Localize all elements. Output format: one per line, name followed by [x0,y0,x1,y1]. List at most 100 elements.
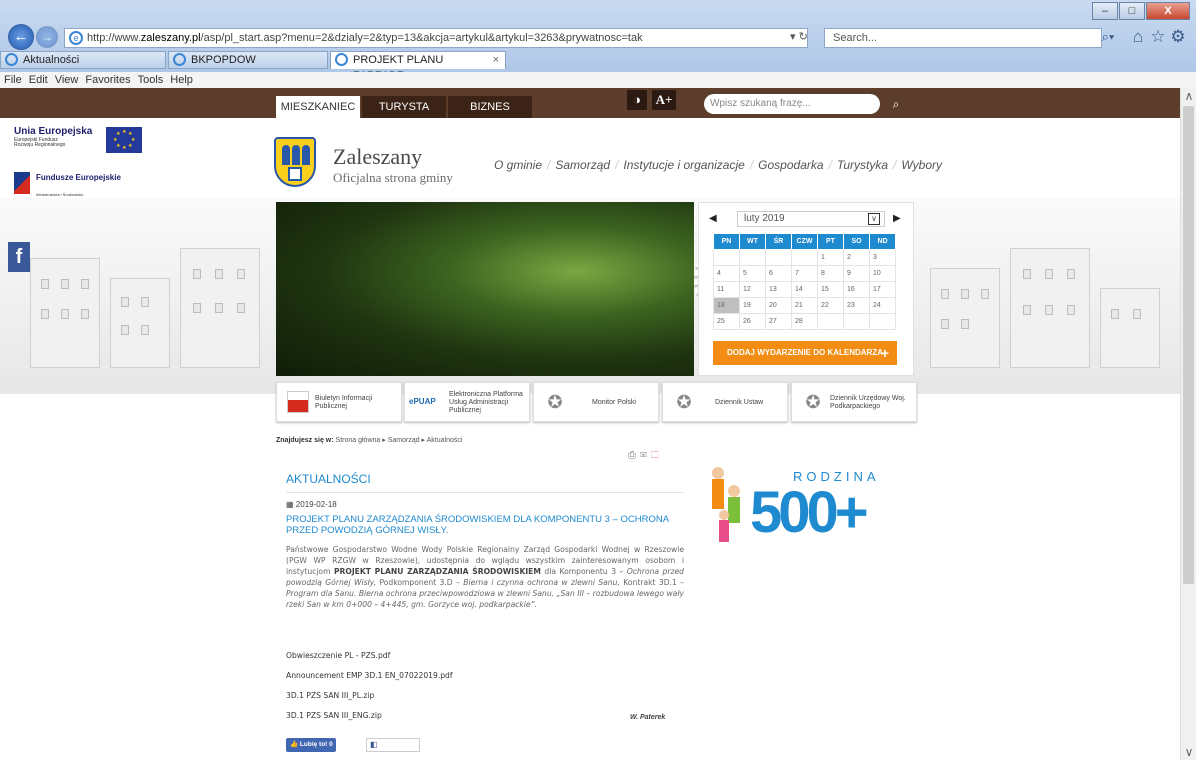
calendar-day[interactable]: 1 [817,249,844,266]
print-icon[interactable]: ⎙ [628,450,640,461]
attachment-link[interactable]: 3D.1 PZS SAN III_PL.zip [286,686,453,706]
add-event-button[interactable]: DODAJ WYDARZENIE DO KALENDARZA + [713,341,897,365]
browser-search-input[interactable]: Search... [824,28,1102,48]
weekday-header: PN [713,233,740,250]
calendar-day[interactable]: 6 [765,265,792,282]
menu-tools[interactable]: Tools [138,74,164,86]
calendar-day[interactable]: 18 [713,297,740,314]
portal-monitor-polski[interactable]: ✪ Monitor Polski [533,382,659,422]
close-tab-icon[interactable]: × [493,52,499,68]
calendar-day[interactable]: 16 [843,281,870,298]
site-name[interactable]: Zaleszany [333,144,422,170]
menu-edit[interactable]: Edit [29,74,48,86]
eu-funding-logo[interactable]: Unia Europejska Europejski Fundusz Rozwo… [8,126,143,204]
gear-icon[interactable]: ⚙ [1168,26,1188,48]
browser-chrome: – □ X ← → e http://www.zaleszany.pl/asp/p… [0,0,1196,88]
menu-help[interactable]: Help [170,74,193,86]
calendar-day[interactable]: 27 [765,313,792,330]
facebook-icon[interactable]: f [8,242,30,272]
vertical-scrollbar[interactable]: ∧ ∨ [1180,88,1196,760]
breadcrumb-aktualnosci[interactable]: Aktualności [427,437,463,444]
pdf-icon[interactable]: ⬚ [651,450,663,461]
calendar-day[interactable]: 10 [869,265,896,282]
menu-file[interactable]: File [4,74,22,86]
tab-bkpopdow[interactable]: BKPOPDOW [168,51,328,69]
tab-turysta[interactable]: TURYSTA [362,96,446,118]
calendar-day[interactable]: 13 [765,281,792,298]
calendar-week: 123 [713,249,896,266]
nav-gospodarka[interactable]: Gospodarka [758,158,823,172]
mail-icon[interactable]: ✉ [640,450,651,461]
attachment-link[interactable]: Announcement EMP 3D.1 EN_07022019.pdf [286,666,453,686]
calendar-day[interactable]: 26 [739,313,766,330]
next-month-icon[interactable]: ▶ [893,213,901,224]
scroll-thumb[interactable] [1183,106,1194,584]
prev-month-icon[interactable]: ◀ [709,213,717,224]
tab-projekt-planu[interactable]: PROJEKT PLANU ZARZĄDZ...× [330,51,506,82]
house-drawing [30,258,100,368]
calendar-day[interactable]: 25 [713,313,740,330]
tab-mieszkaniec[interactable]: MIESZKANIEC [276,96,360,118]
breadcrumb-home[interactable]: Strona główna [336,437,381,444]
calendar-day[interactable]: 5 [739,265,766,282]
calendar-day[interactable]: 24 [869,297,896,314]
calendar-icon: ▦ [286,500,294,509]
calendar-day[interactable]: 22 [817,297,844,314]
calendar-header: ◀ luty 2019 ∨ ▶ [707,211,905,229]
calendar-day[interactable]: 19 [739,297,766,314]
minimize-button[interactable]: – [1092,2,1118,20]
facebook-like-button[interactable]: 👍 Lubię to! 0 [286,738,336,752]
maximize-button[interactable]: □ [1119,2,1145,20]
back-button[interactable]: ← [8,24,34,50]
rodzina-500-banner[interactable]: 500+ RODZINA [700,453,914,549]
menu-favorites[interactable]: Favorites [85,74,130,86]
address-bar[interactable]: e http://www.zaleszany.pl/asp/pl_start.as… [64,28,808,48]
contrast-toggle-icon[interactable]: ◑ [627,90,647,110]
tab-biznes[interactable]: BIZNES [448,96,532,118]
calendar-day[interactable]: 11 [713,281,740,298]
attachment-list: Obwieszczenie PL - PZS.pdf Announcement … [286,646,453,726]
article-title[interactable]: PROJEKT PLANU ZARZĄDZANIA ŚRODOWISKIEM D… [286,514,684,536]
nav-wybory[interactable]: Wybory [901,158,942,172]
calendar-day[interactable]: 7 [791,265,818,282]
calendar-day[interactable]: 4 [713,265,740,282]
search-icon[interactable]: ⌕▾ [1098,26,1118,48]
close-button[interactable]: X [1146,2,1190,20]
font-size-button[interactable]: A+ [652,90,676,110]
site-search-input[interactable]: Wpisz szukaną frazę... [704,94,880,114]
calendar-day[interactable]: 23 [843,297,870,314]
calendar-day[interactable]: 8 [817,265,844,282]
search-icon[interactable]: ⌕ [888,94,904,114]
calendar-day[interactable]: 9 [843,265,870,282]
facebook-share-button[interactable]: ◧ [366,738,420,752]
calendar-day[interactable]: 15 [817,281,844,298]
portal-bip[interactable]: Biuletyn Informacji Publicznej [276,382,402,422]
attachment-link[interactable]: 3D.1 PZS SAN III_ENG.zip [286,706,453,726]
calendar-day[interactable]: 14 [791,281,818,298]
portal-epuap[interactable]: ePUAP Elektroniczna Platforma Usług Admi… [404,382,530,422]
nav-instytucje[interactable]: Instytucje i organizacje [623,158,744,172]
scroll-up-icon[interactable]: ∧ [1181,88,1196,104]
tab-aktualnosci[interactable]: Aktualności [0,51,166,69]
calendar-day[interactable]: 17 [869,281,896,298]
scroll-down-icon[interactable]: ∨ [1181,744,1196,760]
calendar-day[interactable]: 28 [791,313,818,330]
refresh-icon[interactable]: ▾ ↻ [790,30,808,43]
forward-button[interactable]: → [36,26,58,48]
calendar-day[interactable]: 12 [739,281,766,298]
calendar-day[interactable]: 21 [791,297,818,314]
home-icon[interactable]: ⌂ [1128,26,1148,48]
attachment-link[interactable]: Obwieszczenie PL - PZS.pdf [286,646,453,666]
month-select[interactable]: luty 2019 ∨ [737,211,885,227]
calendar-day[interactable]: 3 [869,249,896,266]
star-icon[interactable]: ☆ [1148,26,1168,48]
nav-o-gminie[interactable]: O gminie [494,158,542,172]
nav-samorzad[interactable]: Samorząd [555,158,610,172]
calendar-day[interactable]: 20 [765,297,792,314]
breadcrumb-samorzad[interactable]: Samorząd [388,437,420,444]
nav-turystyka[interactable]: Turystyka [837,158,888,172]
portal-dziennik-urzedowy[interactable]: ✪ Dziennik Urzędowy Woj. Podkarpackiego [791,382,917,422]
menu-view[interactable]: View [55,74,79,86]
calendar-day[interactable]: 2 [843,249,870,266]
portal-dziennik-ustaw[interactable]: ✪ Dziennik Ustaw [662,382,788,422]
